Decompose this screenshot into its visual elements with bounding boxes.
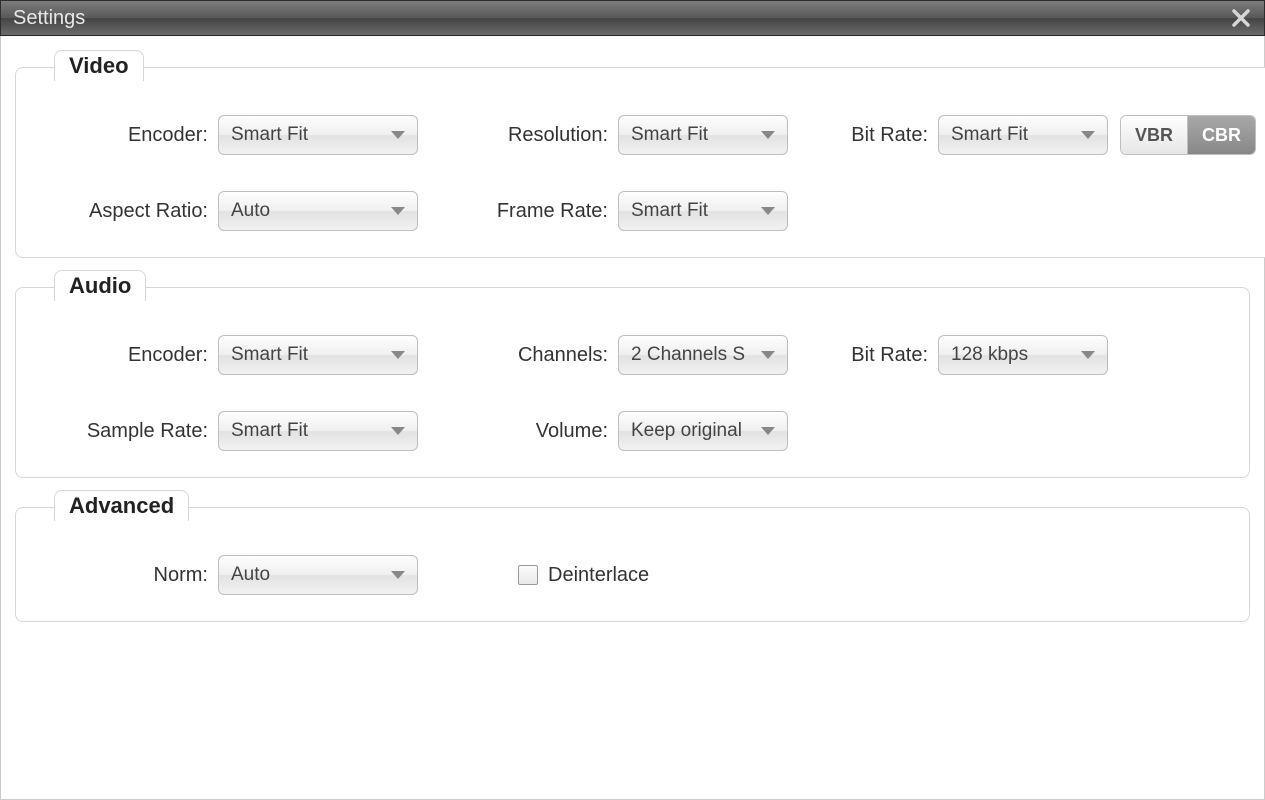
video-legend: Video (54, 50, 144, 81)
audio-samplerate-value: Smart Fit (231, 420, 308, 442)
chevron-down-icon (391, 207, 405, 215)
audio-samplerate-select[interactable]: Smart Fit (218, 411, 418, 451)
chevron-down-icon (761, 351, 775, 359)
video-group: Video Encoder: Smart Fit Resolution: Sma… (15, 52, 1265, 258)
close-button[interactable] (1228, 5, 1254, 31)
audio-channels-select[interactable]: 2 Channels S (618, 335, 788, 375)
settings-content: Video Encoder: Smart Fit Resolution: Sma… (0, 36, 1265, 800)
audio-volume-label: Volume: (458, 420, 608, 443)
video-row-2: Aspect Ratio: Auto Frame Rate: Smart Fit (38, 191, 1256, 231)
audio-encoder-value: Smart Fit (231, 344, 308, 366)
video-bitrate-select[interactable]: Smart Fit (938, 115, 1108, 155)
video-encoder-value: Smart Fit (231, 124, 308, 146)
video-aspect-select[interactable]: Auto (218, 191, 418, 231)
video-framerate-value: Smart Fit (631, 200, 708, 222)
audio-row-2: Sample Rate: Smart Fit Volume: Keep orig… (38, 411, 1227, 451)
chevron-down-icon (391, 351, 405, 359)
audio-group: Audio Encoder: Smart Fit Channels: 2 Cha… (15, 272, 1250, 478)
close-icon (1231, 8, 1251, 28)
video-resolution-label: Resolution: (458, 124, 608, 147)
audio-volume-value: Keep original (631, 420, 742, 442)
deinterlace-checkbox[interactable]: Deinterlace (518, 564, 649, 587)
title-bar: Settings (0, 0, 1265, 36)
advanced-norm-value: Auto (231, 564, 270, 586)
audio-legend: Audio (54, 270, 146, 301)
video-aspect-value: Auto (231, 200, 270, 222)
audio-bitrate-select[interactable]: 128 kbps (938, 335, 1108, 375)
vbr-button[interactable]: VBR (1121, 116, 1187, 154)
advanced-norm-label: Norm: (38, 564, 208, 587)
chevron-down-icon (1081, 351, 1095, 359)
video-framerate-select[interactable]: Smart Fit (618, 191, 788, 231)
advanced-legend: Advanced (54, 490, 189, 521)
audio-channels-value: 2 Channels S (631, 344, 745, 366)
video-encoder-select[interactable]: Smart Fit (218, 115, 418, 155)
video-resolution-select[interactable]: Smart Fit (618, 115, 788, 155)
audio-encoder-label: Encoder: (38, 344, 208, 367)
chevron-down-icon (391, 571, 405, 579)
audio-encoder-select[interactable]: Smart Fit (218, 335, 418, 375)
video-bitrate-value: Smart Fit (951, 124, 1028, 146)
window-title: Settings (13, 7, 85, 30)
video-resolution-value: Smart Fit (631, 124, 708, 146)
video-rate-mode-toggle: VBR CBR (1120, 115, 1256, 155)
advanced-row: Norm: Auto Deinterlace (38, 555, 1227, 595)
cbr-button[interactable]: CBR (1187, 116, 1255, 154)
chevron-down-icon (761, 207, 775, 215)
audio-samplerate-label: Sample Rate: (38, 420, 208, 443)
chevron-down-icon (761, 427, 775, 435)
advanced-norm-select[interactable]: Auto (218, 555, 418, 595)
chevron-down-icon (1081, 131, 1095, 139)
video-framerate-label: Frame Rate: (458, 200, 608, 223)
advanced-group: Advanced Norm: Auto Deinterlace (15, 492, 1250, 622)
chevron-down-icon (761, 131, 775, 139)
audio-volume-select[interactable]: Keep original (618, 411, 788, 451)
chevron-down-icon (391, 131, 405, 139)
checkbox-box-icon (518, 565, 538, 585)
deinterlace-label: Deinterlace (548, 564, 649, 587)
audio-row-1: Encoder: Smart Fit Channels: 2 Channels … (38, 335, 1227, 375)
audio-bitrate-label: Bit Rate: (818, 344, 928, 367)
video-encoder-label: Encoder: (38, 124, 208, 147)
audio-bitrate-value: 128 kbps (951, 344, 1028, 366)
video-aspect-label: Aspect Ratio: (38, 200, 208, 223)
video-row-1: Encoder: Smart Fit Resolution: Smart Fit… (38, 115, 1256, 155)
video-bitrate-label: Bit Rate: (818, 124, 928, 147)
chevron-down-icon (391, 427, 405, 435)
audio-channels-label: Channels: (458, 344, 608, 367)
